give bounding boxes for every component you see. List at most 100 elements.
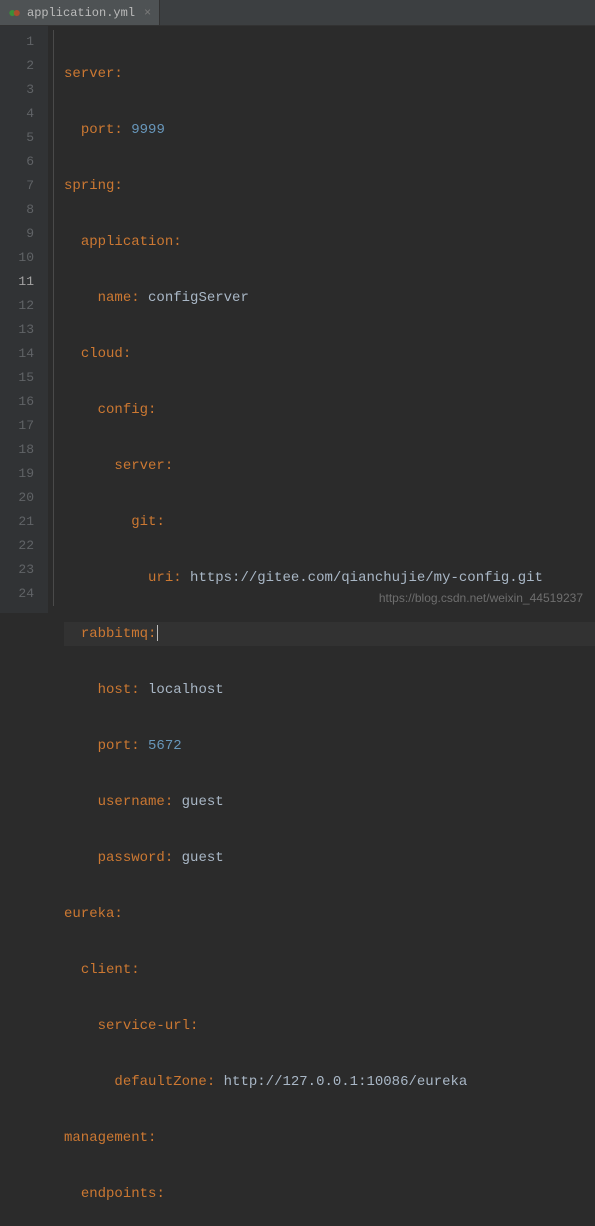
- yaml-key: host: [98, 682, 132, 698]
- line-number: 11: [0, 270, 48, 294]
- yaml-key: config: [98, 402, 148, 418]
- code-line[interactable]: config:: [64, 398, 595, 422]
- colon: :: [114, 122, 131, 138]
- code-line[interactable]: client:: [64, 958, 595, 982]
- code-line[interactable]: name: configServer: [64, 286, 595, 310]
- line-number: 24: [0, 582, 48, 606]
- fold-marker[interactable]: [48, 318, 60, 342]
- yaml-value: guest: [182, 850, 224, 866]
- code-line[interactable]: server:: [64, 62, 595, 86]
- fold-marker[interactable]: [48, 150, 60, 174]
- code-line[interactable]: defaultZone: http://127.0.0.1:10086/eure…: [64, 1070, 595, 1094]
- code-line[interactable]: management:: [64, 1126, 595, 1150]
- colon: :: [173, 234, 181, 250]
- fold-marker[interactable]: [48, 486, 60, 510]
- fold-marker[interactable]: [48, 534, 60, 558]
- yaml-value: http://127.0.0.1:10086/eureka: [224, 1074, 468, 1090]
- colon: :: [131, 290, 148, 306]
- code-line[interactable]: username: guest: [64, 790, 595, 814]
- line-number: 6: [0, 150, 48, 174]
- fold-marker[interactable]: [48, 270, 60, 294]
- yaml-key: port: [98, 738, 132, 754]
- code-line[interactable]: application:: [64, 230, 595, 254]
- colon: :: [165, 458, 173, 474]
- colon: :: [165, 850, 182, 866]
- code-line[interactable]: port: 9999: [64, 118, 595, 142]
- fold-marker[interactable]: [48, 30, 60, 54]
- yaml-key: service-url: [98, 1018, 190, 1034]
- fold-marker[interactable]: [48, 414, 60, 438]
- line-number: 7: [0, 174, 48, 198]
- fold-marker[interactable]: [48, 198, 60, 222]
- line-number: 21: [0, 510, 48, 534]
- yaml-key: git: [131, 514, 156, 530]
- fold-marker[interactable]: [48, 558, 60, 582]
- fold-marker[interactable]: [48, 510, 60, 534]
- line-number-gutter: 1 2 3 4 5 6 7 8 9 10 11 12 13 14 15 16 1…: [0, 26, 48, 613]
- yaml-key: rabbitmq: [81, 626, 148, 642]
- line-number: 14: [0, 342, 48, 366]
- code-line[interactable]: git:: [64, 510, 595, 534]
- yaml-key: password: [98, 850, 165, 866]
- line-number: 2: [0, 54, 48, 78]
- code-line[interactable]: eureka:: [64, 902, 595, 926]
- fold-marker[interactable]: [48, 342, 60, 366]
- line-number: 17: [0, 414, 48, 438]
- colon: :: [190, 1018, 198, 1034]
- code-line[interactable]: uri: https://gitee.com/qianchujie/my-con…: [64, 566, 595, 590]
- text-cursor: [157, 625, 158, 641]
- fold-marker[interactable]: [48, 54, 60, 78]
- line-number: 16: [0, 390, 48, 414]
- line-number: 13: [0, 318, 48, 342]
- yaml-value: localhost: [148, 682, 224, 698]
- fold-marker[interactable]: [48, 366, 60, 390]
- fold-marker[interactable]: [48, 438, 60, 462]
- code-content[interactable]: server: port: 9999 spring: application: …: [60, 26, 595, 613]
- yaml-value: https://gitee.com/qianchujie/my-config.g…: [190, 570, 543, 586]
- code-line[interactable]: server:: [64, 454, 595, 478]
- yaml-key: endpoints: [81, 1186, 157, 1202]
- code-line[interactable]: host: localhost: [64, 678, 595, 702]
- line-number: 5: [0, 126, 48, 150]
- fold-marker[interactable]: [48, 390, 60, 414]
- code-line[interactable]: rabbitmq:: [64, 622, 595, 646]
- yaml-key: application: [81, 234, 173, 250]
- yaml-value: configServer: [148, 290, 249, 306]
- colon: :: [114, 906, 122, 922]
- line-number: 9: [0, 222, 48, 246]
- fold-marker[interactable]: [48, 294, 60, 318]
- fold-marker[interactable]: [48, 582, 60, 606]
- fold-marker[interactable]: [48, 102, 60, 126]
- watermark-text: https://blog.csdn.net/weixin_44519237: [379, 591, 583, 605]
- yaml-key: server: [114, 458, 164, 474]
- fold-column: [48, 26, 60, 613]
- editor-area[interactable]: 1 2 3 4 5 6 7 8 9 10 11 12 13 14 15 16 1…: [0, 26, 595, 613]
- fold-marker[interactable]: [48, 78, 60, 102]
- colon: :: [148, 626, 156, 642]
- line-number: 10: [0, 246, 48, 270]
- line-number: 18: [0, 438, 48, 462]
- code-line[interactable]: cloud:: [64, 342, 595, 366]
- colon: :: [114, 178, 122, 194]
- line-number: 22: [0, 534, 48, 558]
- fold-marker[interactable]: [48, 222, 60, 246]
- yaml-key: cloud: [81, 346, 123, 362]
- code-line[interactable]: password: guest: [64, 846, 595, 870]
- colon: :: [156, 514, 164, 530]
- colon: :: [131, 962, 139, 978]
- colon: :: [131, 682, 148, 698]
- fold-marker[interactable]: [48, 126, 60, 150]
- file-tab[interactable]: application.yml ×: [0, 0, 160, 25]
- yaml-value: guest: [182, 794, 224, 810]
- close-icon[interactable]: ×: [144, 6, 151, 20]
- yaml-value: 5672: [148, 738, 182, 754]
- fold-marker[interactable]: [48, 174, 60, 198]
- code-line[interactable]: service-url:: [64, 1014, 595, 1038]
- code-line[interactable]: endpoints:: [64, 1182, 595, 1206]
- fold-marker[interactable]: [48, 246, 60, 270]
- fold-marker[interactable]: [48, 462, 60, 486]
- code-line[interactable]: spring:: [64, 174, 595, 198]
- code-line[interactable]: port: 5672: [64, 734, 595, 758]
- line-number: 3: [0, 78, 48, 102]
- yaml-key: uri: [148, 570, 173, 586]
